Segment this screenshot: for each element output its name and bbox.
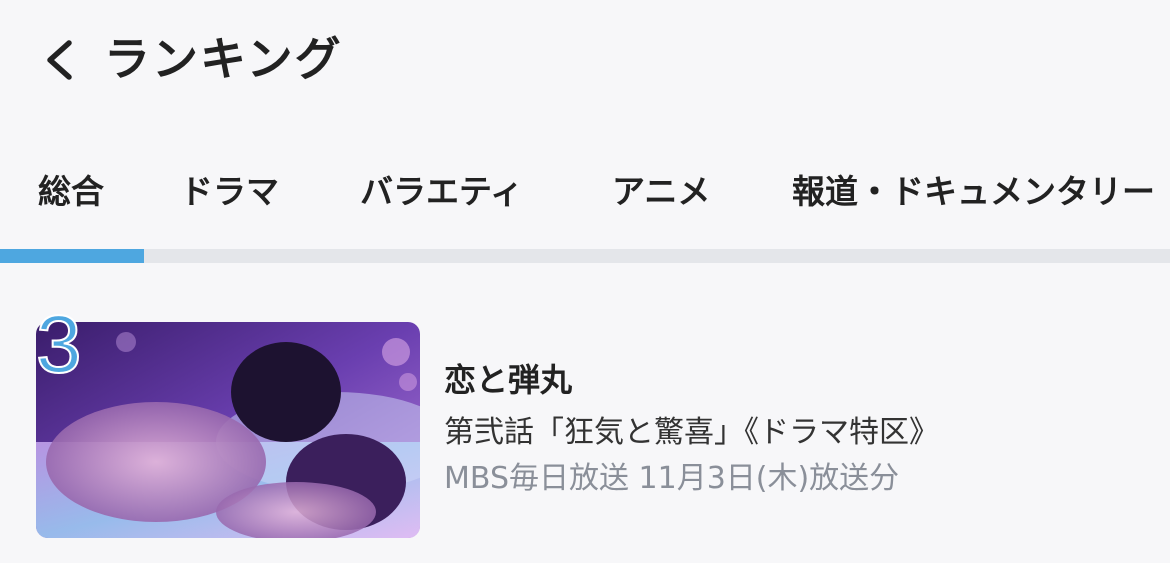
category-tabs: 総合 ドラマ バラエティ アニメ 報道・ドキュメンタリー <box>0 150 1170 246</box>
broadcast-info: MBS毎日放送 11月3日(木)放送分 <box>444 461 900 496</box>
tab-drama[interactable]: ドラマ <box>180 164 279 220</box>
program-thumbnail <box>36 322 420 538</box>
rank-number: 3 <box>35 299 83 391</box>
episode-title: 第弐話「狂気と驚喜」《ドラマ特区》 <box>444 415 939 450</box>
tab-variety[interactable]: バラエティ <box>360 164 523 220</box>
tab-news-documentary[interactable]: 報道・ドキュメンタリー <box>792 164 1155 220</box>
chevron-left-icon <box>47 40 72 80</box>
back-button[interactable] <box>38 30 88 90</box>
tab-anime[interactable]: アニメ <box>612 164 710 220</box>
program-title: 恋と弾丸 <box>444 361 573 399</box>
ranking-item[interactable]: 3 恋と弾丸 第弐話「狂気と驚喜」《ドラマ特区》 MBS毎日放送 11月3日(木… <box>0 299 1170 550</box>
active-tab-indicator <box>0 249 144 263</box>
tab-track <box>0 249 1170 263</box>
app-header: ランキング <box>0 0 1170 120</box>
thumbnail-image <box>36 322 420 538</box>
tab-overall[interactable]: 総合 <box>38 164 104 220</box>
page-title: ランキング <box>104 32 343 86</box>
